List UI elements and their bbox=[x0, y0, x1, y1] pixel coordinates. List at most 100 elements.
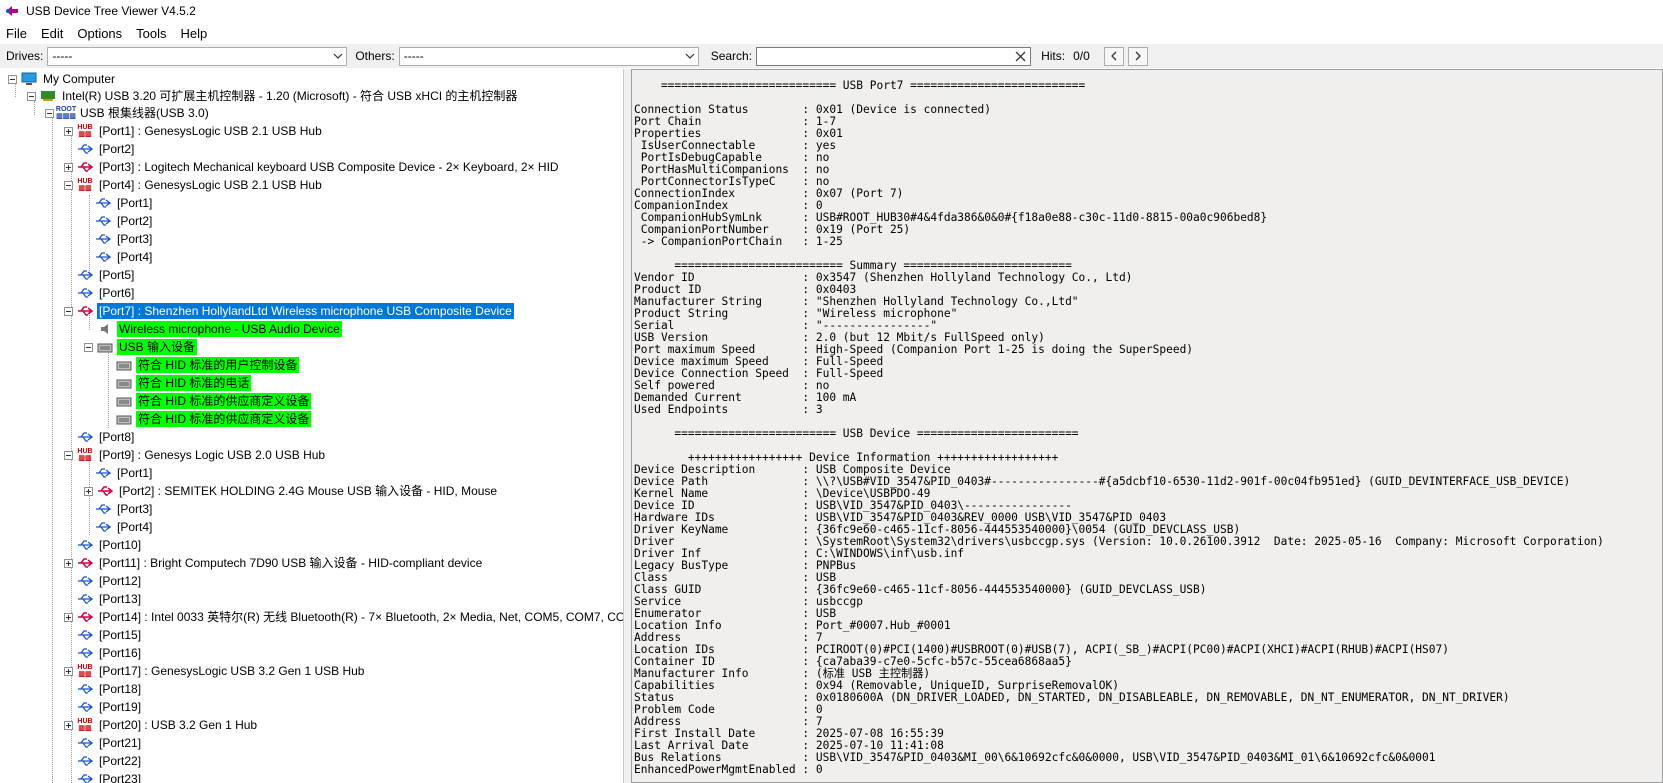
tree-node-port[interactable]: [Port4] bbox=[94, 248, 154, 266]
tree-node-hid[interactable]: 符合 HID 标准的电话 bbox=[115, 374, 252, 392]
tree-label: USB 根集线器(USB 3.0) bbox=[80, 106, 209, 120]
tree-node-port[interactable]: [Port3] : Logitech Mechanical keyboard U… bbox=[64, 158, 561, 176]
tree-node-port[interactable]: [Port22] bbox=[64, 752, 143, 770]
usb-port-icon bbox=[94, 501, 112, 517]
menu-file[interactable]: File bbox=[0, 26, 33, 41]
menu-edit[interactable]: Edit bbox=[35, 26, 69, 41]
tree-node-port[interactable]: [Port2] bbox=[94, 212, 154, 230]
tree-node-port[interactable]: [Port11] : Bright Computech 7D90 USB 输入设… bbox=[64, 554, 484, 572]
toolbar: Drives: ----- Others: ----- Search: Hits… bbox=[0, 44, 1663, 68]
tree-node-interface[interactable]: USB 输入设备 bbox=[84, 338, 198, 356]
tree-node-port[interactable]: [Port3] bbox=[94, 230, 154, 248]
tree-node-hid[interactable]: 符合 HID 标准的供应商定义设备 bbox=[115, 392, 312, 410]
device-tree[interactable]: My Computer Intel(R) USB 3.20 可扩展主机控制器 -… bbox=[0, 69, 624, 783]
menu-help[interactable]: Help bbox=[175, 26, 214, 41]
search-input[interactable] bbox=[756, 46, 1032, 66]
tree-label: [Port3] bbox=[117, 232, 153, 246]
tree-node-port[interactable]: HUB ▥▥ [Port17] : GenesysLogic USB 3.2 Ge… bbox=[64, 662, 366, 680]
others-dropdown[interactable]: ----- bbox=[398, 46, 699, 66]
collapse-toggle[interactable] bbox=[27, 91, 36, 101]
tree-node-my-computer[interactable]: My Computer bbox=[8, 70, 117, 88]
collapse-toggle[interactable] bbox=[64, 180, 73, 190]
menu-options[interactable]: Options bbox=[71, 26, 128, 41]
tree-node-port[interactable]: [Port13] bbox=[64, 590, 143, 608]
usb-hub-icon: HUB ▥▥ bbox=[77, 448, 93, 462]
tree-label: [Port2] bbox=[99, 142, 135, 156]
tree-node-interface[interactable]: Wireless microphone - USB Audio Device bbox=[96, 320, 342, 338]
tree-node-port[interactable]: [Port3] bbox=[94, 500, 154, 518]
tree-label: [Port14] : Intel 0033 英特尔(R) 无线 Bluetoot… bbox=[99, 610, 624, 624]
root-hub-icon: ROOT ▥▥▥ bbox=[55, 106, 77, 120]
tree-node-port[interactable]: HUB ▥▥ [Port1] : GenesysLogic USB 2.1 USB… bbox=[64, 122, 324, 140]
chevron-down-icon bbox=[685, 53, 695, 59]
tree-node-hid[interactable]: 符合 HID 标准的用户控制设备 bbox=[115, 356, 300, 374]
menu-tools[interactable]: Tools bbox=[130, 26, 172, 41]
tree-label: [Port17] : GenesysLogic USB 3.2 Gen 1 US… bbox=[99, 664, 365, 678]
tree-label: [Port15] bbox=[99, 628, 142, 642]
pane-splitter[interactable] bbox=[624, 69, 631, 783]
tree-node-port[interactable]: [Port1] bbox=[94, 194, 154, 212]
tree-node-port[interactable]: HUB ▥▥ [Port9] : Genesys Logic USB 2.0 US… bbox=[64, 446, 327, 464]
tree-node-host-controller[interactable]: Intel(R) USB 3.20 可扩展主机控制器 - 1.20 (Micro… bbox=[27, 87, 519, 105]
collapse-toggle[interactable] bbox=[84, 342, 93, 352]
expand-toggle[interactable] bbox=[84, 486, 93, 496]
tree-node-port[interactable]: HUB ▥▥ [Port20] : USB 3.2 Gen 1 Hub bbox=[64, 716, 259, 734]
tree-node-port[interactable]: [Port6] bbox=[64, 284, 136, 302]
tree-node-port[interactable]: [Port2] bbox=[64, 140, 136, 158]
tree-label: 符合 HID 标准的用户控制设备 bbox=[136, 357, 300, 373]
tree-node-port[interactable]: [Port21] bbox=[64, 734, 143, 752]
usb-port-icon bbox=[94, 213, 112, 229]
collapse-toggle[interactable] bbox=[8, 74, 17, 84]
drives-dropdown[interactable]: ----- bbox=[47, 46, 348, 66]
tree-label: [Port9] : Genesys Logic USB 2.0 USB Hub bbox=[99, 448, 326, 462]
collapse-toggle[interactable] bbox=[45, 108, 54, 118]
tree-node-hid[interactable]: 符合 HID 标准的供应商定义设备 bbox=[115, 410, 312, 428]
tree-node-port[interactable]: [Port12] bbox=[64, 572, 143, 590]
tree-node-port[interactable]: [Port10] bbox=[64, 536, 143, 554]
tree-node-port[interactable]: [Port19] bbox=[64, 698, 143, 716]
collapse-toggle[interactable] bbox=[64, 450, 73, 460]
device-details-panel[interactable]: ========================== USB Port7 ===… bbox=[631, 69, 1663, 783]
tree-label: [Port2] : SEMITEK HOLDING 2.4G Mouse USB… bbox=[119, 484, 498, 498]
expand-toggle[interactable] bbox=[64, 612, 73, 622]
tree-label: [Port1] bbox=[117, 196, 153, 210]
tree-node-port[interactable]: [Port23] bbox=[64, 770, 143, 783]
expand-toggle[interactable] bbox=[64, 126, 73, 136]
tree-node-port[interactable]: [Port14] : Intel 0033 英特尔(R) 无线 Bluetoot… bbox=[64, 608, 624, 626]
expand-toggle[interactable] bbox=[64, 558, 73, 568]
others-dropdown-value: ----- bbox=[403, 48, 424, 63]
tree-node-port[interactable]: [Port4] bbox=[94, 518, 154, 536]
tree-node-port[interactable]: [Port5] bbox=[64, 266, 136, 284]
window-title: USB Device Tree Viewer V4.5.2 bbox=[26, 4, 196, 18]
tree-connector bbox=[52, 117, 53, 783]
tree-node-port[interactable]: [Port15] bbox=[64, 626, 143, 644]
tree-label: [Port4] bbox=[117, 250, 153, 264]
tree-label: [Port20] : USB 3.2 Gen 1 Hub bbox=[99, 718, 258, 732]
expand-toggle[interactable] bbox=[64, 720, 73, 730]
close-icon[interactable] bbox=[1014, 50, 1027, 63]
usb-port-icon bbox=[76, 645, 94, 661]
tree-label: [Port21] bbox=[99, 736, 142, 750]
tree-node-port[interactable]: [Port18] bbox=[64, 680, 143, 698]
expand-toggle[interactable] bbox=[64, 666, 73, 676]
hid-device-icon bbox=[115, 375, 133, 391]
usb-ss-port-icon bbox=[76, 681, 94, 697]
tree-connector bbox=[89, 195, 90, 275]
tree-node-port[interactable]: [Port1] bbox=[94, 464, 154, 482]
tree-label: 符合 HID 标准的供应商定义设备 bbox=[136, 393, 312, 409]
usb-hub-icon: HUB ▥▥ bbox=[77, 664, 93, 678]
next-hit-button[interactable] bbox=[1127, 46, 1148, 66]
expand-toggle[interactable] bbox=[64, 162, 73, 172]
tree-node-port[interactable]: [Port16] bbox=[64, 644, 143, 662]
previous-hit-button[interactable] bbox=[1103, 46, 1124, 66]
tree-node-port[interactable]: HUB ▥▥ [Port4] : GenesysLogic USB 2.1 USB… bbox=[64, 176, 324, 194]
tree-node-port[interactable]: [Port8] bbox=[64, 428, 136, 446]
tree-node-root-hub[interactable]: ROOT ▥▥▥ USB 根集线器(USB 3.0) bbox=[45, 104, 211, 122]
usb-port-icon bbox=[76, 141, 94, 157]
tree-label: Wireless microphone - USB Audio Device bbox=[117, 321, 342, 337]
hid-device-icon bbox=[115, 357, 133, 373]
collapse-toggle[interactable] bbox=[64, 306, 73, 316]
tree-node-port[interactable]: [Port2] : SEMITEK HOLDING 2.4G Mouse USB… bbox=[84, 482, 499, 500]
tree-node-port-selected[interactable]: [Port7] : Shenzhen HollylandLtd Wireless… bbox=[64, 302, 514, 320]
usb-hub-icon: HUB ▥▥ bbox=[77, 178, 93, 192]
